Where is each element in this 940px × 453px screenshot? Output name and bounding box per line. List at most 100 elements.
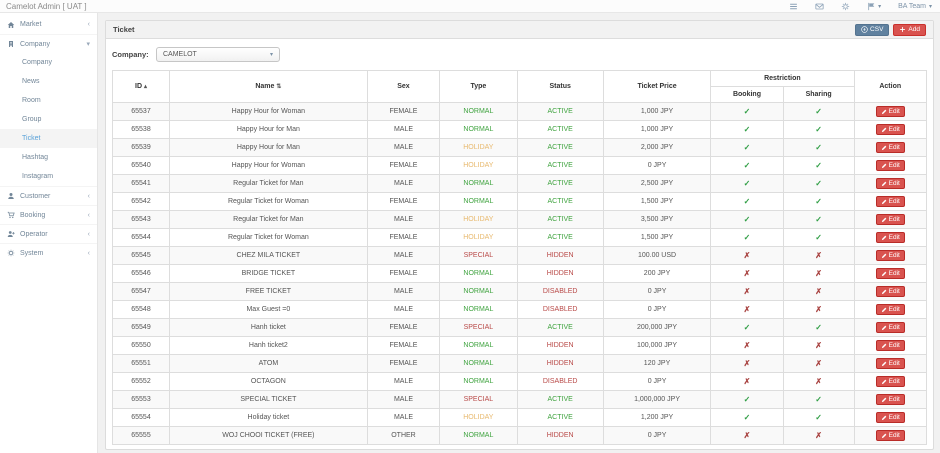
add-button[interactable]: Add (893, 24, 926, 36)
cell-booking-restriction: ✗ (711, 301, 783, 319)
table-row: 65543Regular Ticket for ManMALEHOLIDAYAC… (113, 211, 927, 229)
user-menu[interactable]: BA Team ▾ (898, 3, 932, 10)
cell-sharing-restriction: ✗ (783, 247, 854, 265)
flag-icon (867, 2, 876, 11)
company-select[interactable]: CAMELOT ▾ (156, 47, 280, 62)
check-icon: ✓ (744, 107, 751, 116)
edit-button[interactable]: Edit (876, 214, 905, 225)
cell-action: Edit (854, 409, 927, 427)
edit-button[interactable]: Edit (876, 358, 905, 369)
main-content: Ticket CSV Add Company: CAMELOT (98, 13, 940, 453)
user-plus-icon (7, 230, 15, 238)
edit-button[interactable]: Edit (876, 142, 905, 153)
sidebar-item-system[interactable]: System‹ (0, 243, 97, 262)
user-icon (7, 192, 15, 200)
sort-asc-icon: ▴ (144, 84, 147, 90)
cell-id: 65553 (113, 391, 170, 409)
sidebar-item-operator[interactable]: Operator‹ (0, 224, 97, 243)
cell-name: Happy Hour for Woman (169, 157, 367, 175)
sidebar-item-market[interactable]: Market‹ (0, 15, 97, 34)
cell-id: 65544 (113, 229, 170, 247)
sidebar-subitem-room[interactable]: Room (0, 91, 97, 110)
cell-id: 65545 (113, 247, 170, 265)
sort-both-icon: ⇅ (276, 84, 281, 90)
edit-button[interactable]: Edit (876, 106, 905, 117)
check-icon: ✓ (815, 179, 822, 188)
edit-button[interactable]: Edit (876, 232, 905, 243)
sidebar-item-booking[interactable]: Booking‹ (0, 205, 97, 224)
edit-button[interactable]: Edit (876, 286, 905, 297)
cell-type: NORMAL (440, 121, 517, 139)
cell-sharing-restriction: ✗ (783, 427, 854, 445)
cell-name: Hanh ticket (169, 319, 367, 337)
cell-ticket-price: 1,500 JPY (603, 229, 710, 247)
sidebar-subitem-news[interactable]: News (0, 72, 97, 91)
edit-button[interactable]: Edit (876, 304, 905, 315)
cell-ticket-price: 100.00 USD (603, 247, 710, 265)
cell-action: Edit (854, 247, 927, 265)
column-header-restriction: Restriction (711, 71, 854, 87)
edit-button[interactable]: Edit (876, 412, 905, 423)
edit-button[interactable]: Edit (876, 340, 905, 351)
cell-booking-restriction: ✓ (711, 103, 783, 121)
cell-name: OCTAGON (169, 373, 367, 391)
check-icon: ✓ (815, 413, 822, 422)
sidebar-subitem-company[interactable]: Company (0, 53, 97, 72)
table-row: 65544Regular Ticket for WomanFEMALEHOLID… (113, 229, 927, 247)
sidebar-item-customer[interactable]: Customer‹ (0, 186, 97, 205)
edit-button[interactable]: Edit (876, 250, 905, 261)
gear-icon[interactable] (841, 2, 850, 11)
edit-button[interactable]: Edit (876, 178, 905, 189)
cell-sharing-restriction: ✓ (783, 139, 854, 157)
edit-button[interactable]: Edit (876, 322, 905, 333)
pencil-icon (881, 361, 887, 367)
sidebar-subitem-group[interactable]: Group (0, 110, 97, 129)
language-selector[interactable]: ▾ (867, 2, 881, 11)
add-button-label: Add (908, 26, 920, 33)
pencil-icon (881, 307, 887, 313)
check-icon: ✓ (744, 179, 751, 188)
mail-icon[interactable] (815, 2, 824, 11)
menu-icon[interactable] (789, 2, 798, 11)
cell-type: HOLIDAY (440, 409, 517, 427)
cell-id: 65537 (113, 103, 170, 121)
cell-status: ACTIVE (517, 391, 603, 409)
check-icon: ✓ (815, 197, 822, 206)
edit-button[interactable]: Edit (876, 124, 905, 135)
cross-icon: ✗ (744, 341, 751, 350)
csv-button[interactable]: CSV (855, 24, 889, 36)
column-header-id[interactable]: ID ▴ (113, 71, 170, 103)
table-row: 65541Regular Ticket for ManMALENORMALACT… (113, 175, 927, 193)
table-row: 65546BRIDGE TICKETFEMALENORMALHIDDEN200 … (113, 265, 927, 283)
cell-name: ATOM (169, 355, 367, 373)
sidebar-subitem-instagram[interactable]: Instagram (0, 167, 97, 186)
cross-icon: ✗ (815, 359, 822, 368)
pencil-icon (881, 217, 887, 223)
sidebar-subitem-hashtag[interactable]: Hashtag (0, 148, 97, 167)
check-icon: ✓ (744, 161, 751, 170)
cell-status: HIDDEN (517, 247, 603, 265)
cell-type: NORMAL (440, 427, 517, 445)
edit-button[interactable]: Edit (876, 376, 905, 387)
column-header-name[interactable]: Name ⇅ (169, 71, 367, 103)
cell-id: 65554 (113, 409, 170, 427)
cell-ticket-price: 0 JPY (603, 427, 710, 445)
cross-icon: ✗ (815, 305, 822, 314)
cell-sex: FEMALE (367, 103, 439, 121)
cell-sex: FEMALE (367, 265, 439, 283)
cell-sex: FEMALE (367, 157, 439, 175)
cell-ticket-price: 1,000,000 JPY (603, 391, 710, 409)
cell-action: Edit (854, 103, 927, 121)
edit-button[interactable]: Edit (876, 196, 905, 207)
edit-button[interactable]: Edit (876, 268, 905, 279)
edit-button[interactable]: Edit (876, 430, 905, 441)
cell-name: Regular Ticket for Woman (169, 229, 367, 247)
edit-button[interactable]: Edit (876, 160, 905, 171)
edit-button[interactable]: Edit (876, 394, 905, 405)
cell-status: ACTIVE (517, 229, 603, 247)
cross-icon: ✗ (744, 305, 751, 314)
sidebar-subitem-ticket[interactable]: Ticket (0, 129, 97, 148)
sidebar-item-company[interactable]: Company▾ (0, 34, 97, 53)
cell-sex: MALE (367, 409, 439, 427)
pencil-icon (881, 199, 887, 205)
